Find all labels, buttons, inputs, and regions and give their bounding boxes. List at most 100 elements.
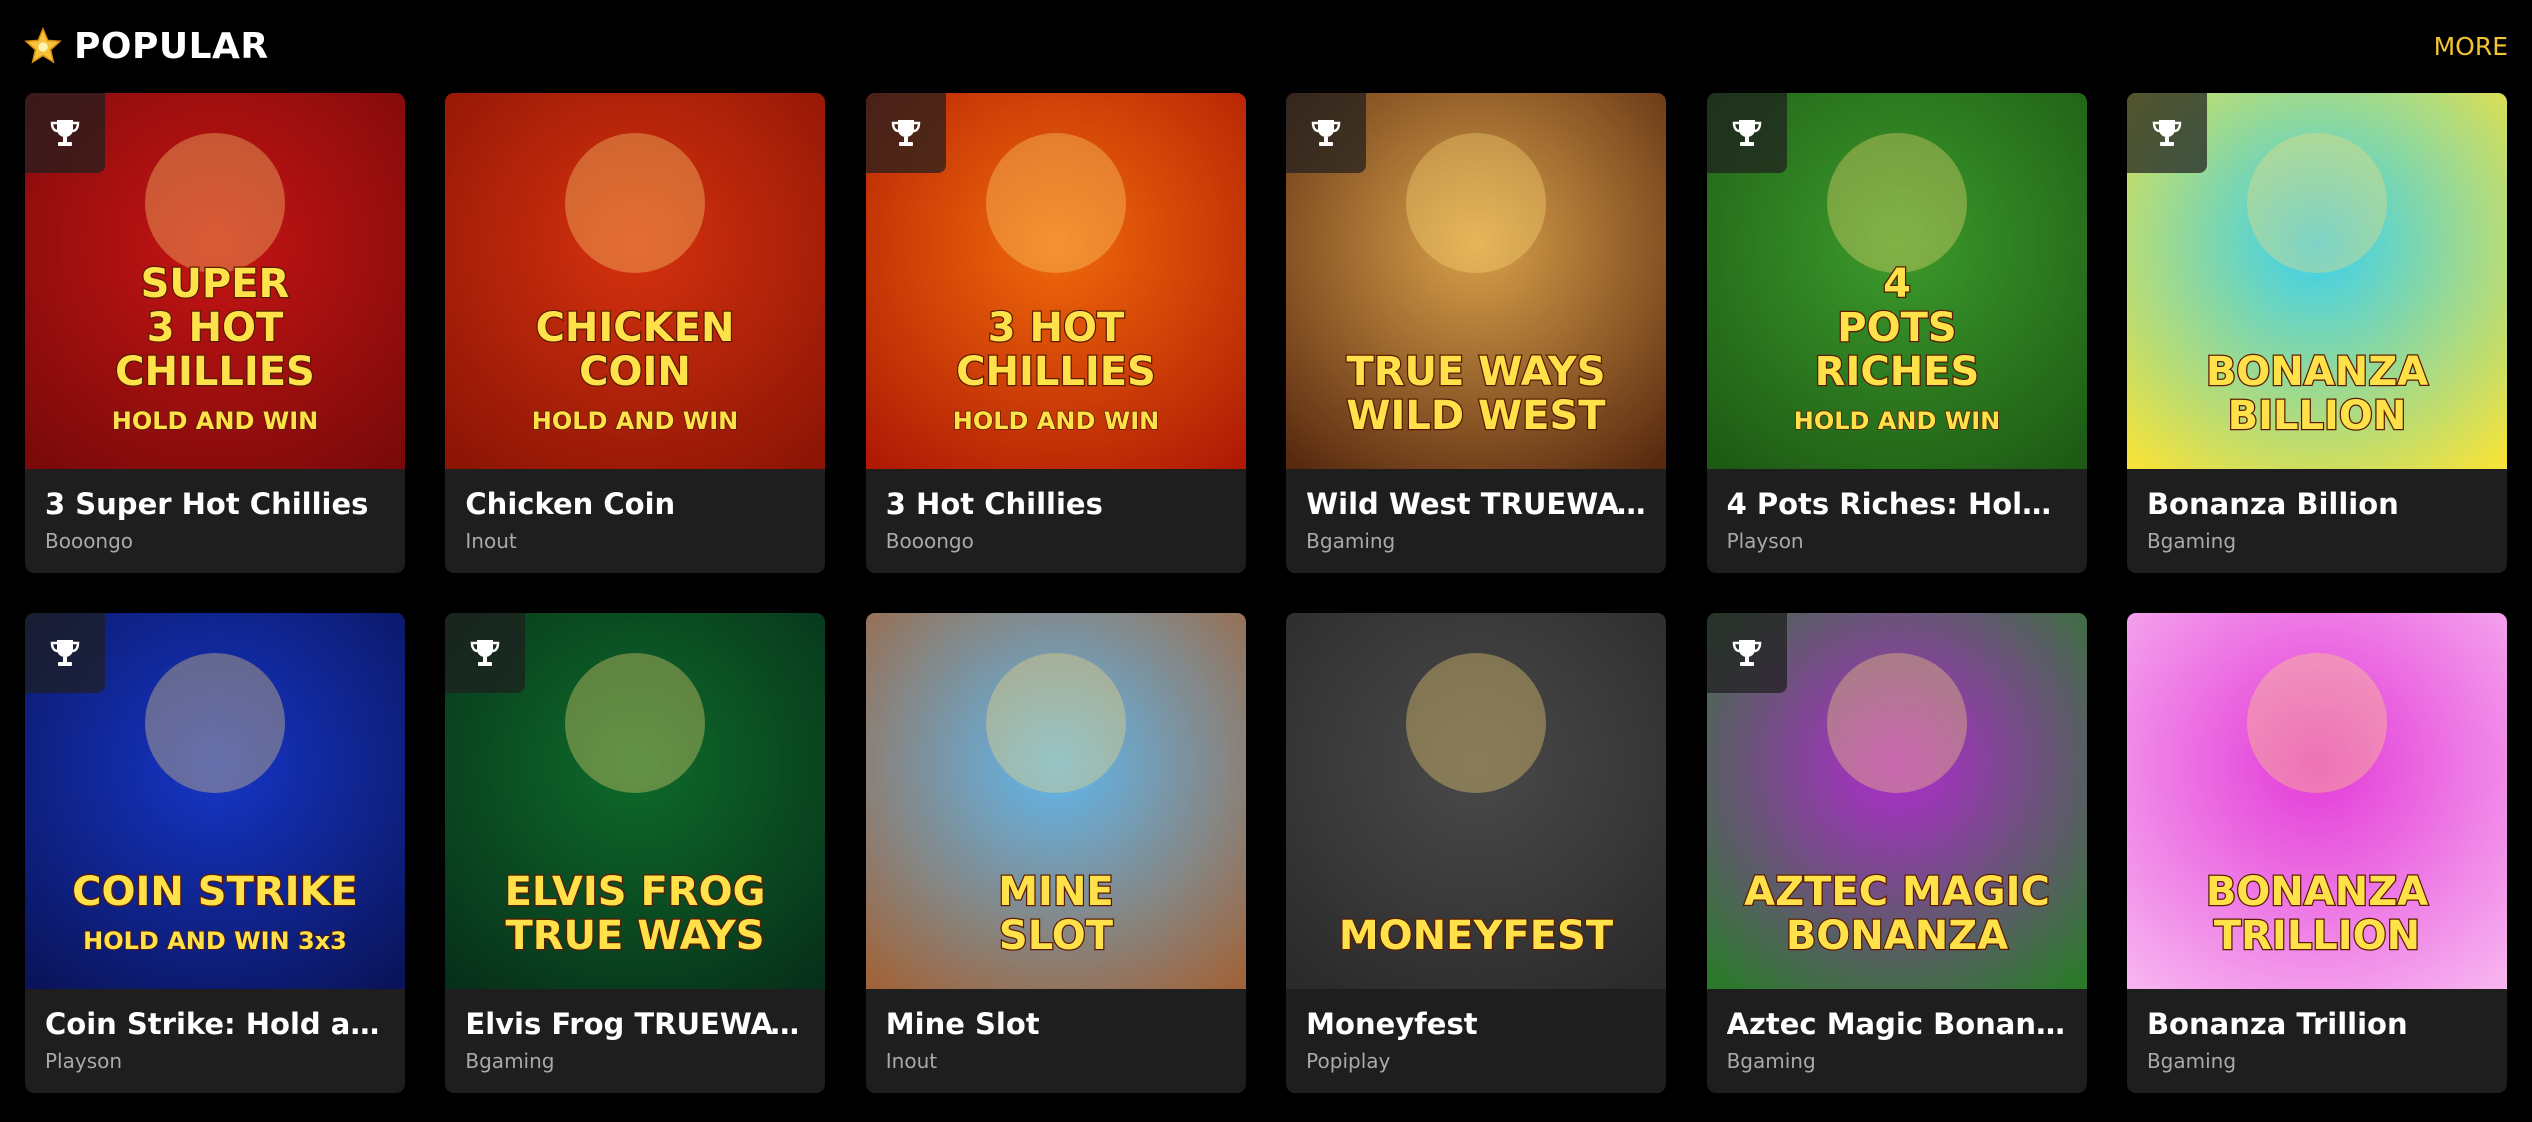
- artwork-label: COIN: [580, 349, 692, 395]
- game-provider: Inout: [885, 1049, 938, 1073]
- artwork-label: 3 HOT: [147, 305, 284, 351]
- game-title: Elvis Frog TRUEWAYS: [465, 1007, 806, 1041]
- section-title: POPULAR: [74, 25, 269, 67]
- trophy-icon: [445, 613, 526, 693]
- game-card[interactable]: MONEYFEST Moneyfest Popiplay: [1286, 613, 1667, 1093]
- game-provider: Popiplay: [1306, 1049, 1391, 1073]
- game-provider: Playson: [45, 1049, 123, 1073]
- artwork-label: HOLD AND WIN: [532, 407, 738, 435]
- game-info: Chicken Coin Inout: [445, 487, 825, 553]
- game-title: Chicken Coin: [465, 487, 676, 521]
- game-thumbnail[interactable]: TRUE WAYS WILD WEST: [1286, 93, 1667, 469]
- game-info: 3 Super Hot Chillies Booongo: [25, 487, 405, 553]
- game-title: Aztec Magic Bonanza: [1726, 1007, 2067, 1041]
- artwork-label: SUPER: [141, 261, 290, 307]
- game-info: Wild West TRUEWAYS Bgaming: [1286, 487, 1666, 553]
- game-card[interactable]: BONANZA BILLION Bonanza Billion Bgaming: [2126, 93, 2507, 573]
- trophy-icon: [865, 93, 946, 173]
- game-thumbnail[interactable]: ELVIS FROG TRUE WAYS: [445, 613, 826, 989]
- game-title: Moneyfest: [1306, 1007, 1478, 1041]
- game-title: Bonanza Trillion: [2146, 1007, 2408, 1041]
- game-info: 3 Hot Chillies Booongo: [866, 487, 1246, 553]
- artwork-label: POTS: [1837, 305, 1956, 351]
- game-thumbnail[interactable]: 4 POTS RICHES HOLD AND WIN: [1706, 93, 2087, 469]
- game-info: Elvis Frog TRUEWAYS Bgaming: [445, 1007, 825, 1073]
- game-info: 4 Pots Riches: Hold ... Playson: [1707, 487, 2087, 553]
- artwork-label: BONANZA: [2206, 349, 2428, 395]
- game-info: Coin Strike: Hold an... Playson: [25, 1007, 405, 1073]
- game-artwork: MONEYFEST: [1286, 613, 1667, 989]
- artwork-label: BONANZA: [1785, 913, 2007, 959]
- artwork-label: MONEYFEST: [1339, 913, 1614, 959]
- artwork-label: 3 HOT: [988, 305, 1125, 351]
- game-title: 4 Pots Riches: Hold ...: [1726, 487, 2067, 521]
- trophy-icon: [2126, 93, 2207, 173]
- game-thumbnail[interactable]: MONEYFEST: [1286, 613, 1667, 989]
- game-title: Wild West TRUEWAYS: [1306, 487, 1647, 521]
- artwork-label: HOLD AND WIN: [953, 407, 1159, 435]
- game-thumbnail[interactable]: COIN STRIKE HOLD AND WIN 3x3: [25, 613, 405, 989]
- game-card[interactable]: MINE SLOT Mine Slot Inout: [865, 613, 1246, 1093]
- artwork-label: BILLION: [2228, 393, 2407, 439]
- game-provider: Bgaming: [2146, 1049, 2237, 1073]
- artwork-label: BONANZA: [2206, 869, 2428, 915]
- artwork-label: HOLD AND WIN: [112, 407, 318, 435]
- game-thumbnail[interactable]: MINE SLOT: [865, 613, 1246, 989]
- game-provider: Booongo: [885, 529, 974, 553]
- game-info: Mine Slot Inout: [866, 1007, 1246, 1073]
- game-provider: Booongo: [45, 529, 134, 553]
- artwork-label: SLOT: [999, 913, 1114, 959]
- game-provider: Bgaming: [1306, 529, 1396, 553]
- game-info: Bonanza Billion Bgaming: [2127, 487, 2507, 553]
- artwork-label: CHILLIES: [956, 349, 1156, 395]
- game-provider: Bgaming: [465, 1049, 555, 1073]
- game-thumbnail[interactable]: SUPER 3 HOT CHILLIES HOLD AND WIN: [25, 93, 405, 469]
- artwork-label: HOLD AND WIN 3x3: [83, 927, 347, 955]
- game-provider: Playson: [1726, 529, 1804, 553]
- games-grid: SUPER 3 HOT CHILLIES HOLD AND WIN 3 Super H…: [25, 93, 2507, 1093]
- game-thumbnail[interactable]: AZTEC MAGIC BONANZA: [1706, 613, 2087, 989]
- more-link[interactable]: MORE: [2434, 32, 2508, 61]
- game-card[interactable]: 3 HOT CHILLIES HOLD AND WIN 3 Hot Chillies…: [865, 93, 1246, 573]
- artwork-label: TRUE WAYS: [1347, 349, 1606, 395]
- game-info: Aztec Magic Bonanza Bgaming: [1707, 1007, 2087, 1073]
- game-thumbnail[interactable]: 3 HOT CHILLIES HOLD AND WIN: [865, 93, 1246, 469]
- section-header-left: POPULAR: [24, 26, 269, 67]
- game-info: Bonanza Trillion Bgaming: [2127, 1007, 2507, 1073]
- game-title: Coin Strike: Hold an...: [45, 1007, 385, 1041]
- artwork-label: TRILLION: [2214, 913, 2420, 959]
- game-card[interactable]: ELVIS FROG TRUE WAYS Elvis Frog TRUEWAYS …: [445, 613, 826, 1093]
- artwork-label: 4: [1883, 261, 1911, 307]
- game-card[interactable]: CHICKEN COIN HOLD AND WIN Chicken Coin Ino…: [445, 93, 826, 573]
- game-artwork: MINESLOT: [865, 613, 1246, 989]
- artwork-label: TRUE WAYS: [506, 913, 765, 959]
- artwork-label: CHICKEN: [536, 305, 735, 351]
- game-info: Moneyfest Popiplay: [1286, 1007, 1666, 1073]
- game-provider: Bgaming: [2146, 529, 2237, 553]
- game-title: 3 Hot Chillies: [885, 487, 1103, 521]
- artwork-label: COIN STRIKE: [72, 869, 358, 915]
- trophy-icon: [1706, 93, 1787, 173]
- trophy-icon: [25, 613, 105, 693]
- game-provider: Bgaming: [1726, 1049, 1816, 1073]
- game-artwork: CHICKENCOIN HOLD AND WIN: [445, 93, 826, 469]
- game-title: Mine Slot: [885, 1007, 1040, 1041]
- trophy-icon: [1286, 93, 1367, 173]
- game-thumbnail[interactable]: CHICKEN COIN HOLD AND WIN: [445, 93, 826, 469]
- game-card[interactable]: BONANZA TRILLION Bonanza Trillion Bgaming: [2126, 613, 2507, 1093]
- game-card[interactable]: 4 POTS RICHES HOLD AND WIN 4 Pots Riches: H…: [1706, 93, 2087, 573]
- game-thumbnail[interactable]: BONANZA TRILLION: [2126, 613, 2507, 989]
- game-thumbnail[interactable]: BONANZA BILLION: [2126, 93, 2507, 469]
- game-card[interactable]: SUPER 3 HOT CHILLIES HOLD AND WIN 3 Super H…: [25, 93, 405, 573]
- game-card[interactable]: TRUE WAYS WILD WEST Wild West TRUEWAYS Bg…: [1286, 93, 1667, 573]
- star-icon: [24, 27, 62, 65]
- section-header: POPULAR MORE: [24, 18, 2508, 74]
- game-title: 3 Super Hot Chillies: [45, 487, 369, 521]
- game-card[interactable]: COIN STRIKE HOLD AND WIN 3x3 Coin Strike:…: [25, 613, 405, 1093]
- artwork-label: ELVIS FROG: [505, 869, 766, 915]
- artwork-label: MINE: [998, 869, 1114, 915]
- game-provider: Inout: [465, 529, 517, 553]
- artwork-label: RICHES: [1814, 349, 1979, 395]
- trophy-icon: [1706, 613, 1787, 693]
- game-card[interactable]: AZTEC MAGIC BONANZA Aztec Magic Bonanza B…: [1706, 613, 2087, 1093]
